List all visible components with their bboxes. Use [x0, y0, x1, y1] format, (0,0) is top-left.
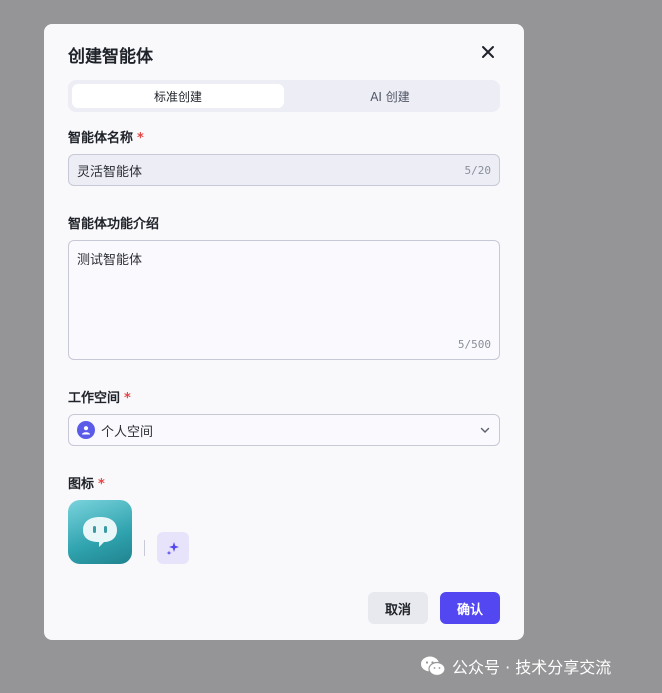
agent-name-input[interactable]: 灵活智能体 5/20 [68, 154, 500, 186]
icon-divider [144, 540, 145, 556]
required-mark: * [98, 477, 105, 492]
workspace-select[interactable]: 个人空间 [68, 414, 500, 446]
name-label-text: 智能体名称 [68, 131, 134, 146]
chat-bubble-icon [83, 517, 117, 547]
workspace-label-text: 工作空间 [68, 391, 121, 406]
agent-avatar-icon[interactable] [68, 500, 132, 564]
description-label-text: 智能体功能介绍 [68, 217, 160, 232]
ai-generate-icon-button[interactable] [157, 532, 189, 564]
create-agent-dialog: 创建智能体 标准创建 AI 创建 智能体名称 * 灵活智能体 5/20 智能体功能… [44, 24, 524, 640]
wechat-icon [420, 655, 446, 677]
description-char-counter: 5/500 [457, 338, 491, 351]
tab-standard-create[interactable]: 标准创建 [72, 84, 284, 108]
cancel-button[interactable]: 取消 [368, 592, 428, 624]
description-label: 智能体功能介绍 [68, 213, 159, 232]
required-mark: * [124, 391, 131, 406]
watermark-text: 公众号 · 技术分享交流 [452, 658, 612, 677]
watermark: 公众号 · 技术分享交流 [420, 654, 611, 678]
agent-description-textarea[interactable]: 测试智能体 5/500 [68, 240, 500, 360]
name-char-counter: 5/20 [464, 163, 492, 177]
close-icon [482, 46, 494, 58]
icon-label: 图标 * [68, 473, 105, 492]
workspace-label: 工作空间 * [68, 387, 131, 406]
tab-ai-create[interactable]: AI 创建 [284, 84, 496, 108]
close-button[interactable] [476, 40, 500, 64]
confirm-button[interactable]: 确认 [440, 592, 500, 624]
dialog-title: 创建智能体 [68, 47, 153, 67]
sparkle-icon [166, 542, 179, 555]
user-icon [77, 421, 95, 439]
agent-name-value: 灵活智能体 [77, 164, 143, 180]
create-mode-tabs: 标准创建 AI 创建 [68, 80, 500, 112]
name-label: 智能体名称 * [68, 127, 144, 146]
workspace-value: 个人空间 [101, 424, 154, 440]
required-mark: * [137, 131, 144, 146]
agent-description-value: 测试智能体 [77, 253, 143, 268]
chevron-down-icon [480, 427, 490, 433]
icon-label-text: 图标 [68, 477, 95, 492]
